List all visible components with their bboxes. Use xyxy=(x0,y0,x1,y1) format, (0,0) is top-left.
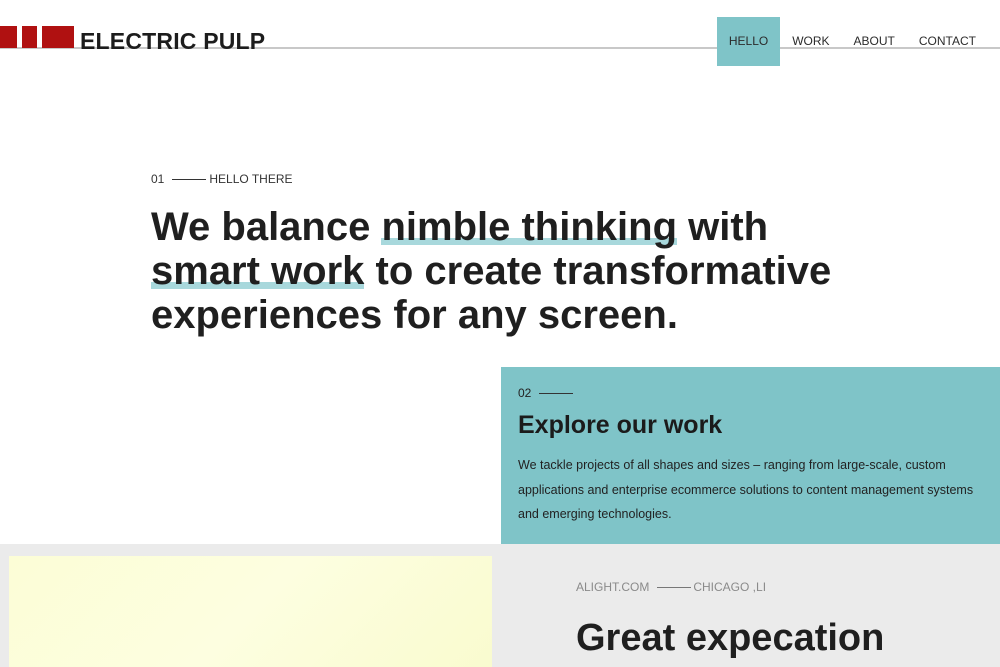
explore-panel: 02 Explore our work We tackle projects o… xyxy=(501,367,1000,544)
logo-bars-icon xyxy=(0,26,74,48)
brand-name[interactable]: ELECTRIC PULP xyxy=(80,28,265,54)
project-site[interactable]: ALIGHT.COM xyxy=(576,580,649,594)
explore-number: 02 xyxy=(518,386,532,400)
project-location: CHICAGO ,LI xyxy=(693,580,767,594)
hero-title-part2: with xyxy=(677,205,769,249)
project-meta-rule xyxy=(657,586,692,588)
project-title[interactable]: Great expecation xyxy=(576,616,976,660)
brand-logo-mark[interactable] xyxy=(0,26,74,50)
explore-title[interactable]: Explore our work xyxy=(518,411,722,440)
explore-description: We tackle projects of all shapes and siz… xyxy=(518,458,974,521)
hero-kicker: 01 HELLO THERE xyxy=(151,172,293,186)
explore-number-row: 02 xyxy=(518,386,574,400)
explore-rule xyxy=(539,392,574,394)
nav-hello[interactable]: HELLO xyxy=(716,17,781,66)
hero-title: We balance nimble thinking with smart wo… xyxy=(151,205,851,337)
project-image[interactable] xyxy=(9,556,492,667)
hero-highlight-nimble: nimble thinking xyxy=(381,205,678,249)
hero-highlight-smart: smart work xyxy=(151,249,365,293)
nav-contact[interactable]: CONTACT xyxy=(907,17,988,66)
nav-about[interactable]: ABOUT xyxy=(842,17,907,66)
site-header: ELECTRIC PULP HELLO WORK ABOUT CONTACT xyxy=(0,0,1000,70)
nav-work[interactable]: WORK xyxy=(780,17,841,66)
hero-number: 01 xyxy=(151,172,165,186)
project-meta: ALIGHT.COM CHICAGO ,LI xyxy=(576,580,766,594)
kicker-rule xyxy=(172,178,207,180)
hero-title-part1: We balance xyxy=(151,205,382,249)
project-section: ALIGHT.COM CHICAGO ,LI Great expecation xyxy=(0,544,1000,667)
main-nav: HELLO WORK ABOUT CONTACT xyxy=(716,17,988,66)
hero-kicker-text: HELLO THERE xyxy=(209,172,293,186)
